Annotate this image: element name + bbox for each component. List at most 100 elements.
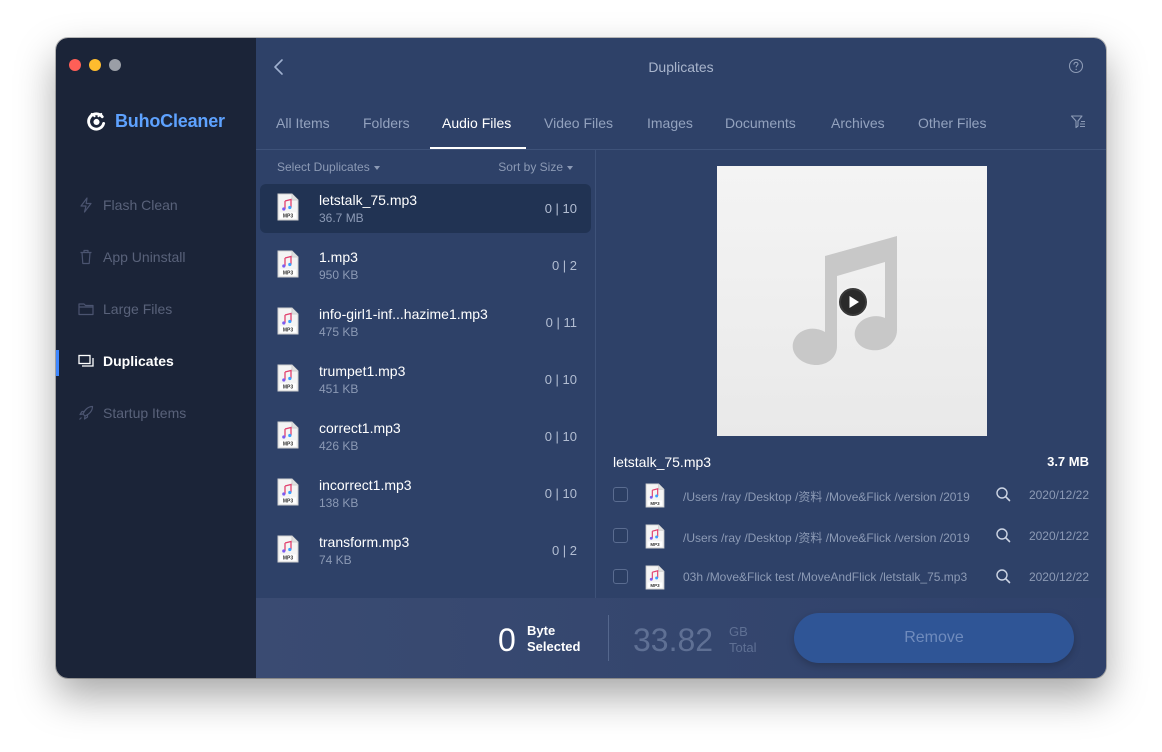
buho-logo-icon [87,112,106,131]
file-name: correct1.mp3 [319,420,401,436]
tab-audio-files[interactable]: Audio Files [442,115,511,131]
path-checkbox[interactable] [613,487,628,502]
tab-other-files[interactable]: Other Files [918,115,986,131]
file-list-item[interactable]: MP3 trumpet1.mp3 451 KB 0 | 10 [256,354,596,411]
tab-folders[interactable]: Folders [363,115,410,131]
help-icon[interactable] [1068,58,1084,74]
file-date: 2020/12/22 [1028,570,1089,584]
mp3-file-icon: MP3 [277,421,299,449]
file-list-item[interactable]: MP3 transform.mp3 74 KB 0 | 2 [256,525,596,582]
path-checkbox[interactable] [613,569,628,584]
sidebar-item-flash-clean[interactable]: Flash Clean [56,179,256,231]
play-button[interactable] [837,286,869,318]
reveal-in-finder-icon[interactable] [995,486,1011,502]
duplicate-count: 0 | 10 [544,429,577,444]
file-date: 2020/12/22 [1028,529,1089,543]
select-duplicates-label: Select Duplicates [277,160,370,174]
file-size: 451 KB [319,382,359,396]
app-window: BuhoCleaner Flash Clean App Uninstall La… [56,38,1106,678]
file-list-item[interactable]: MP3 info-girl1-inf...hazime1.mp3 475 KB 0 |… [256,297,596,354]
app-logo: BuhoCleaner [86,111,225,132]
tab-video-files[interactable]: Video Files [544,115,613,131]
tab-archives[interactable]: Archives [831,115,885,131]
mp3-file-icon: MP3 [645,565,665,590]
chevron-down-icon [373,165,380,170]
selected-unit-line1: Byte [527,623,556,638]
duplicate-count: 0 | 10 [544,486,577,501]
trash-icon [78,249,94,265]
file-path-text: 03h /Move&Flick test /MoveAndFlick /lets… [683,570,968,584]
file-list-item[interactable]: MP3 correct1.mp3 426 KB 0 | 10 [256,411,596,468]
window-controls [69,59,121,71]
duplicate-count: 0 | 10 [544,372,577,387]
bolt-icon [78,197,94,213]
svg-text:MP3: MP3 [283,385,294,391]
duplicate-count: 0 | 2 [551,543,577,558]
sort-by-label: Sort by Size [498,160,563,174]
file-list-item[interactable]: MP3 incorrect1.mp3 138 KB 0 | 10 [256,468,596,525]
sidebar: BuhoCleaner Flash Clean App Uninstall La… [56,38,256,678]
footer-divider [608,615,609,661]
filter-icon[interactable] [1070,114,1086,130]
remove-button[interactable]: Remove [794,613,1074,663]
page-title: Duplicates [648,59,714,75]
category-tabs: All Items Folders Audio Files Video File… [256,96,1106,150]
svg-text:MP3: MP3 [283,442,294,448]
sort-by-dropdown[interactable]: Sort by Size [498,160,573,174]
svg-text:MP3: MP3 [650,501,660,506]
selected-size-value: 0 [498,622,516,658]
file-size: 475 KB [319,325,359,339]
tab-documents[interactable]: Documents [725,115,796,131]
svg-text:MP3: MP3 [650,542,660,547]
file-size: 74 KB [319,553,352,567]
sidebar-item-label: App Uninstall [103,249,186,265]
zoom-window-button[interactable] [109,59,121,71]
sidebar-item-duplicates[interactable]: Duplicates [56,335,256,387]
duplicate-count: 0 | 11 [545,315,577,330]
file-name: trumpet1.mp3 [319,363,406,379]
file-size: 138 KB [319,496,359,510]
sidebar-item-app-uninstall[interactable]: App Uninstall [56,231,256,283]
sidebar-item-startup-items[interactable]: Startup Items [56,387,256,439]
reveal-in-finder-icon[interactable] [995,527,1011,543]
sidebar-item-large-files[interactable]: Large Files [56,283,256,335]
file-path-text: /Users /ray /Desktop /资料 /Move&Flick /ve… [683,531,970,545]
total-unit-line1: GB [729,624,748,639]
file-size: 426 KB [319,439,359,453]
reveal-in-finder-icon[interactable] [995,568,1011,584]
total-unit-line2: Total [729,640,757,655]
sidebar-item-label: Duplicates [103,353,174,369]
mp3-file-icon: MP3 [277,478,299,506]
duplicate-path-row: MP3 /Users /ray /Desktop /资料 /Move&Flick… [597,518,1106,558]
mp3-file-icon: MP3 [277,307,299,335]
svg-text:MP3: MP3 [283,499,294,505]
selected-unit-line2: Selected [527,639,581,654]
path-checkbox[interactable] [613,528,628,543]
file-list-item[interactable]: MP3 1.mp3 950 KB 0 | 2 [256,240,596,297]
file-name: 1.mp3 [319,249,358,265]
total-size-unit: GB Total [729,624,756,656]
sidebar-item-label: Startup Items [103,405,187,421]
file-name: incorrect1.mp3 [319,477,412,493]
selected-size-unit: Byte Selected [527,623,580,655]
preview-file-size: 3.7 MB [1047,454,1089,469]
sidebar-nav: Flash Clean App Uninstall Large Files Du… [56,179,256,439]
mp3-file-icon: MP3 [277,535,299,563]
close-window-button[interactable] [69,59,81,71]
minimize-window-button[interactable] [89,59,101,71]
title-bar: Duplicates [256,38,1106,96]
duplicate-count: 0 | 2 [551,258,577,273]
main-panel: Duplicates All Items Folders Audio Files… [256,38,1106,678]
active-tab-indicator [430,147,526,149]
file-name: info-girl1-inf...hazime1.mp3 [319,306,488,322]
svg-text:MP3: MP3 [650,583,660,588]
file-list-item[interactable]: MP3 letstalk_75.mp3 36.7 MB 0 | 10 [256,183,596,240]
tab-images[interactable]: Images [647,115,693,131]
file-name: transform.mp3 [319,534,410,550]
tab-all-items[interactable]: All Items [276,115,330,131]
duplicate-count: 0 | 10 [544,201,577,216]
total-size-value: 33.82 [633,622,714,658]
duplicates-icon [78,353,94,369]
select-duplicates-dropdown[interactable]: Select Duplicates [277,160,380,174]
file-date: 2020/12/22 [1028,488,1089,502]
